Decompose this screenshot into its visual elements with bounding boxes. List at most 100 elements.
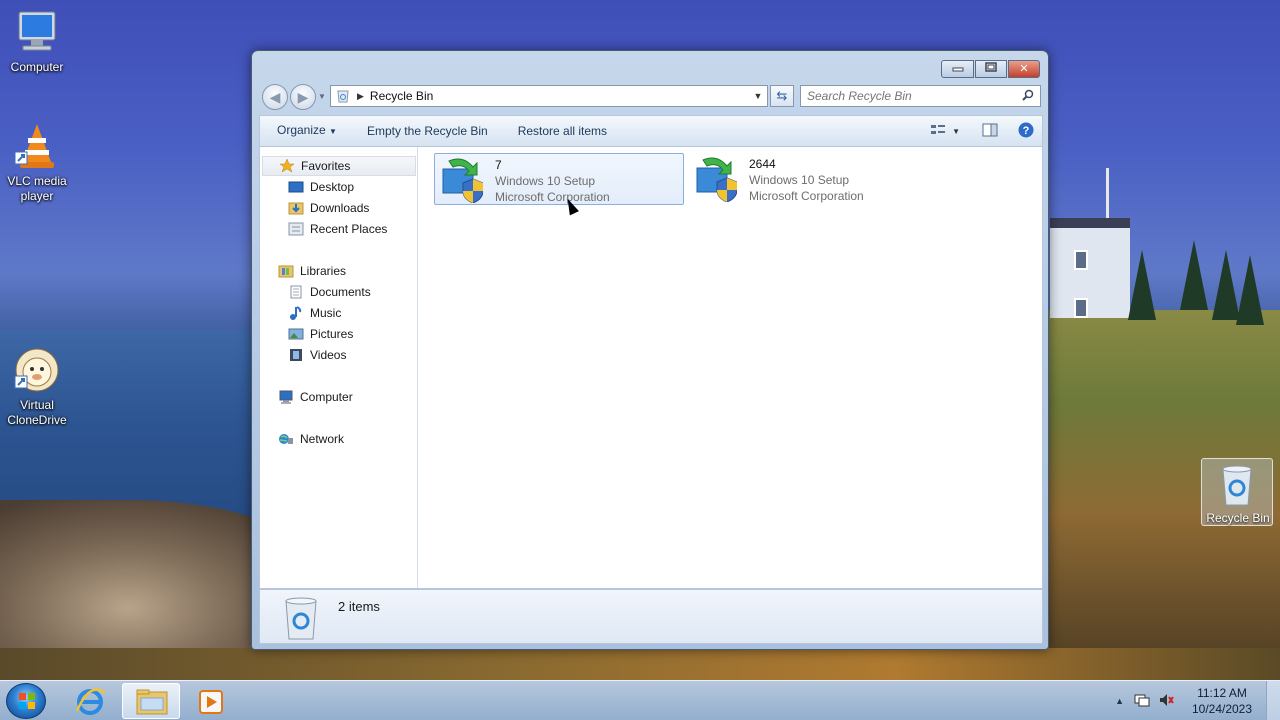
breadcrumb[interactable]: Recycle Bin (370, 89, 749, 103)
minimize-icon (952, 67, 963, 72)
help-icon: ? (1018, 122, 1034, 137)
refresh-button[interactable]: ⇆ (770, 85, 794, 107)
nav-label: Documents (310, 285, 371, 299)
wallpaper-tree (1128, 250, 1156, 320)
nav-label: Recent Places (310, 222, 388, 236)
restore-all-items-button[interactable]: Restore all items (500, 116, 619, 146)
windows-setup-icon (695, 156, 743, 204)
forward-button[interactable]: ▶ (290, 84, 316, 110)
nav-label: Libraries (300, 264, 347, 278)
desktop-icon-label: VLC media player (7, 174, 67, 203)
nav-downloads[interactable]: Downloads (288, 198, 369, 218)
navigation-bar: ◀ ▶ ▼ ▶ Recycle Bin ▼ ⇆ (259, 83, 1043, 111)
search-input[interactable] (801, 86, 1011, 106)
computer-icon (13, 8, 61, 56)
navigation-pane: Favorites Desktop Downloads Recent Place… (260, 147, 418, 588)
network-icon (279, 434, 293, 444)
close-button[interactable]: ✕ (1008, 60, 1040, 78)
recent-pages-dropdown[interactable]: ▼ (318, 92, 326, 101)
media-player-icon (199, 690, 223, 714)
nav-pictures[interactable]: Pictures (288, 324, 353, 344)
nav-documents[interactable]: Documents (288, 282, 371, 302)
explorer-window[interactable]: ✕ ◀ ▶ ▼ ▶ Recycle Bin ▼ ⇆ Organize ▼ Emp… (251, 50, 1049, 650)
nav-network[interactable]: Network (278, 429, 344, 449)
nav-videos[interactable]: Videos (288, 345, 346, 365)
organize-menu[interactable]: Organize ▼ (260, 115, 349, 147)
item-name: 2644 (749, 157, 776, 171)
empty-recycle-bin-button[interactable]: Empty the Recycle Bin (349, 116, 500, 146)
nav-label: Network (300, 432, 345, 446)
show-desktop-button[interactable] (1266, 681, 1280, 720)
taskbar: ▲ 11:12 AM 10/24/2023 (0, 680, 1280, 720)
taskbar-media-player[interactable] (183, 683, 241, 719)
recycle-bin-icon (1217, 463, 1257, 507)
nav-computer[interactable]: Computer (278, 387, 353, 407)
show-hidden-icons-button[interactable]: ▲ (1115, 696, 1124, 706)
clock-time: 11:12 AM (1197, 686, 1247, 700)
maximize-button[interactable] (975, 60, 1007, 78)
vlc-icon (13, 122, 61, 170)
network-tray-icon[interactable] (1134, 692, 1150, 711)
desktop-icon-clonedrive[interactable]: Virtual CloneDrive (0, 346, 74, 428)
search-box[interactable] (800, 85, 1041, 107)
recycle-bin-icon (280, 595, 322, 641)
wallpaper-grass (0, 648, 1280, 682)
star-icon (279, 159, 295, 173)
help-button[interactable]: ? (1018, 122, 1034, 141)
nav-label: Pictures (310, 327, 354, 341)
item-count: 2 items (338, 599, 380, 614)
back-button[interactable]: ◀ (262, 84, 288, 110)
downloads-folder-icon (288, 202, 304, 215)
forward-arrow-icon: ▶ (297, 89, 309, 105)
chevron-down-icon: ▼ (329, 127, 337, 136)
taskbar-internet-explorer[interactable] (61, 683, 119, 719)
item-company: Microsoft Corporation (749, 189, 864, 203)
search-icon[interactable] (1022, 89, 1034, 101)
nav-label: Videos (310, 348, 347, 362)
nav-label: Downloads (310, 201, 370, 215)
nav-recent-places[interactable]: Recent Places (288, 219, 387, 239)
windows-setup-icon (441, 157, 489, 205)
pictures-icon (288, 328, 304, 340)
chevron-down-icon: ▼ (318, 92, 326, 101)
music-icon (290, 306, 302, 320)
item-name: 7 (495, 158, 502, 172)
desktop-folder-icon (288, 181, 304, 193)
desktop-icon-computer[interactable]: Computer (0, 8, 74, 75)
view-dropdown-icon[interactable]: ▼ (952, 127, 960, 136)
libraries-icon (278, 265, 294, 278)
close-icon: ✕ (1019, 63, 1029, 75)
desktop-icon-vlc[interactable]: VLC media player (0, 122, 74, 204)
preview-pane-button[interactable] (982, 123, 998, 140)
desktop-icon-recycle-bin[interactable]: Recycle Bin (1201, 458, 1273, 526)
list-item[interactable]: 7 Windows 10 Setup Microsoft Corporation (434, 153, 684, 205)
desktop-icon-label: Virtual CloneDrive (7, 398, 67, 427)
nav-favorites[interactable]: Favorites (262, 156, 416, 176)
address-dropdown-icon[interactable]: ▼ (749, 91, 767, 101)
address-bar[interactable]: ▶ Recycle Bin ▼ (330, 85, 768, 107)
computer-icon (279, 390, 293, 404)
clonedrive-icon (13, 346, 61, 394)
nav-label: Music (310, 306, 342, 320)
videos-icon (290, 349, 302, 361)
clock[interactable]: 11:12 AM 10/24/2023 (1182, 685, 1262, 717)
desktop-icon-label: Computer (10, 60, 64, 74)
desktop-icon-label: Recycle Bin (1206, 511, 1270, 525)
minimize-button[interactable] (941, 60, 974, 78)
nav-libraries[interactable]: Libraries (278, 261, 346, 281)
start-button[interactable] (6, 683, 46, 719)
list-item[interactable]: 2644 Windows 10 Setup Microsoft Corporat… (689, 153, 939, 205)
change-view-button[interactable] (930, 123, 946, 140)
wallpaper-house (1050, 218, 1130, 318)
item-company: Microsoft Corporation (495, 190, 610, 204)
maximize-icon (985, 62, 997, 72)
nav-label: Computer (300, 390, 353, 404)
nav-music[interactable]: Music (288, 303, 341, 323)
nav-desktop[interactable]: Desktop (288, 177, 354, 197)
volume-muted-icon[interactable] (1158, 692, 1174, 711)
wallpaper-tree (1236, 255, 1264, 325)
breadcrumb-separator-icon[interactable]: ▶ (357, 91, 364, 102)
item-description: Windows 10 Setup (495, 174, 596, 188)
taskbar-windows-explorer[interactable] (122, 683, 180, 719)
item-description: Windows 10 Setup (749, 173, 850, 187)
